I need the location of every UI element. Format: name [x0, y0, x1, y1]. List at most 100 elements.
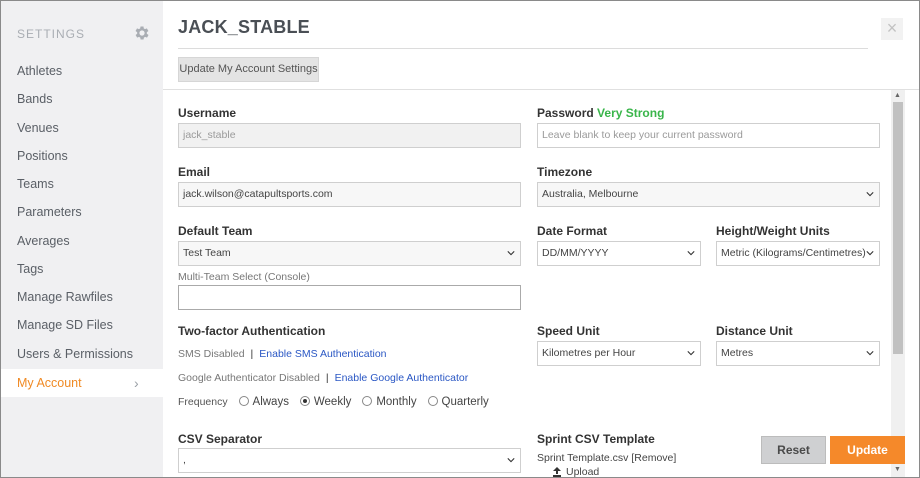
chevron-down-icon — [507, 251, 515, 256]
speed-unit-select[interactable]: Kilometres per Hour — [537, 341, 701, 366]
sidebar-item-users-permissions[interactable]: Users & Permissions — [17, 347, 133, 361]
sms-status: SMS Disabled — [178, 348, 245, 360]
settings-window: SETTINGS Athletes Bands Venues Positions… — [0, 0, 920, 478]
height-weight-value: Metric (Kilograms/Centimetres) — [721, 247, 866, 259]
radio-button-selected[interactable] — [299, 396, 310, 406]
scrollbar-thumb[interactable] — [893, 102, 903, 354]
update-account-settings-tab[interactable]: Update My Account Settings — [178, 57, 319, 82]
enable-sms-link[interactable]: Enable SMS Authentication — [259, 348, 386, 360]
radio-button[interactable] — [362, 396, 373, 406]
sprint-csv-file: Sprint Template.csv [Remove] — [537, 452, 676, 464]
gear-icon[interactable] — [133, 24, 151, 42]
title-divider — [178, 48, 868, 49]
radio-label: Weekly — [313, 396, 352, 409]
distance-unit-label: Distance Unit — [716, 324, 793, 338]
account-settings-panel: JACK_STABLE × Update My Account Settings… — [163, 1, 919, 478]
sidebar-item-averages[interactable]: Averages — [17, 234, 70, 248]
frequency-always[interactable]: Always — [238, 396, 289, 409]
password-label: Password Very Strong — [537, 106, 664, 120]
scroll-up-arrow-icon[interactable]: ▲ — [894, 92, 901, 99]
date-format-value: DD/MM/YYYY — [542, 247, 609, 259]
google-status: Google Authenticator Disabled — [178, 372, 320, 384]
chevron-right-icon: › — [134, 375, 139, 391]
speed-unit-value: Kilometres per Hour — [542, 347, 636, 359]
radio-label: Quarterly — [441, 396, 489, 409]
password-label-text: Password — [537, 106, 594, 120]
remove-file-link[interactable]: [Remove] — [631, 452, 676, 464]
csv-separator-select[interactable]: , — [178, 448, 521, 473]
sidebar-item-parameters[interactable]: Parameters — [17, 205, 82, 219]
sidebar-item-my-account[interactable]: My Account › — [1, 369, 163, 397]
sidebar-item-positions[interactable]: Positions — [17, 149, 68, 163]
timezone-label: Timezone — [537, 165, 593, 179]
frequency-radio-group: Frequency Always Weekly Monthly Quarterl… — [178, 396, 497, 408]
speed-unit-label: Speed Unit — [537, 324, 600, 338]
tab-divider — [163, 89, 919, 90]
username-field: jack_stable — [178, 123, 521, 148]
chevron-down-icon — [866, 351, 874, 356]
password-strength-badge: Very Strong — [597, 106, 665, 120]
frequency-quarterly[interactable]: Quarterly — [427, 396, 489, 409]
update-button[interactable]: Update — [830, 436, 905, 464]
default-team-value: Test Team — [183, 247, 231, 259]
sms-auth-line: SMS Disabled | Enable SMS Authentication — [178, 348, 387, 360]
radio-button[interactable] — [238, 396, 249, 406]
sidebar-item-tags[interactable]: Tags — [17, 262, 43, 276]
chevron-down-icon — [687, 351, 695, 356]
sidebar-item-manage-sd-files[interactable]: Manage SD Files — [17, 318, 113, 332]
radio-label: Always — [252, 396, 289, 409]
password-field[interactable]: Leave blank to keep your current passwor… — [537, 123, 880, 148]
chevron-down-icon — [866, 251, 874, 256]
sidebar-title: SETTINGS — [17, 27, 86, 41]
email-label: Email — [178, 165, 211, 179]
default-team-label: Default Team — [178, 224, 253, 238]
height-weight-label: Height/Weight Units — [716, 224, 830, 238]
chevron-down-icon — [687, 251, 695, 256]
settings-sidebar: SETTINGS Athletes Bands Venues Positions… — [1, 1, 163, 477]
chevron-down-icon — [866, 192, 874, 197]
sidebar-item-manage-rawfiles[interactable]: Manage Rawfiles — [17, 290, 113, 304]
email-field[interactable]: jack.wilson@catapultsports.com — [178, 182, 521, 207]
sidebar-item-teams[interactable]: Teams — [17, 177, 54, 191]
scroll-down-arrow-icon[interactable]: ▼ — [894, 466, 901, 473]
frequency-label: Frequency — [178, 396, 228, 409]
close-button[interactable]: × — [881, 18, 903, 40]
csv-separator-label: CSV Separator — [178, 432, 263, 446]
username-label: Username — [178, 106, 237, 120]
date-format-label: Date Format — [537, 224, 608, 238]
separator: | — [250, 348, 254, 360]
csv-separator-value: , — [183, 454, 186, 466]
upload-icon — [553, 467, 561, 477]
sprint-csv-label: Sprint CSV Template — [537, 432, 655, 446]
default-team-select[interactable]: Test Team — [178, 241, 521, 266]
sidebar-item-bands[interactable]: Bands — [17, 92, 52, 106]
upload-button[interactable]: Upload — [552, 466, 600, 478]
reset-button[interactable]: Reset — [761, 436, 826, 464]
date-format-select[interactable]: DD/MM/YYYY — [537, 241, 701, 266]
radio-label: Monthly — [376, 396, 417, 409]
radio-button[interactable] — [427, 396, 438, 406]
sprint-csv-filename: Sprint Template.csv — [537, 452, 629, 464]
chevron-down-icon — [507, 458, 515, 463]
sidebar-item-venues[interactable]: Venues — [17, 121, 59, 135]
separator: | — [325, 372, 329, 384]
distance-unit-value: Metres — [721, 347, 754, 359]
distance-unit-select[interactable]: Metres — [716, 341, 880, 366]
timezone-select[interactable]: Australia, Melbourne — [537, 182, 880, 207]
close-icon: × — [886, 18, 898, 38]
scrollbar[interactable]: ▲ ▼ — [891, 90, 905, 477]
sidebar-header: SETTINGS — [17, 24, 151, 43]
sidebar-item-athletes[interactable]: Athletes — [17, 64, 62, 78]
two-factor-label: Two-factor Authentication — [178, 324, 326, 338]
timezone-value: Australia, Melbourne — [542, 188, 639, 200]
page-title: JACK_STABLE — [178, 17, 310, 37]
sidebar-item-label: My Account — [17, 376, 82, 390]
height-weight-select[interactable]: Metric (Kilograms/Centimetres) — [716, 241, 880, 266]
multi-team-input[interactable] — [178, 285, 521, 310]
multi-team-label: Multi-Team Select (Console) — [178, 271, 310, 283]
google-auth-line: Google Authenticator Disabled | Enable Goo… — [178, 372, 468, 384]
frequency-monthly[interactable]: Monthly — [362, 396, 417, 409]
enable-google-link[interactable]: Enable Google Authenticator — [335, 372, 469, 384]
frequency-weekly[interactable]: Weekly — [299, 396, 352, 409]
upload-label: Upload — [566, 466, 600, 478]
